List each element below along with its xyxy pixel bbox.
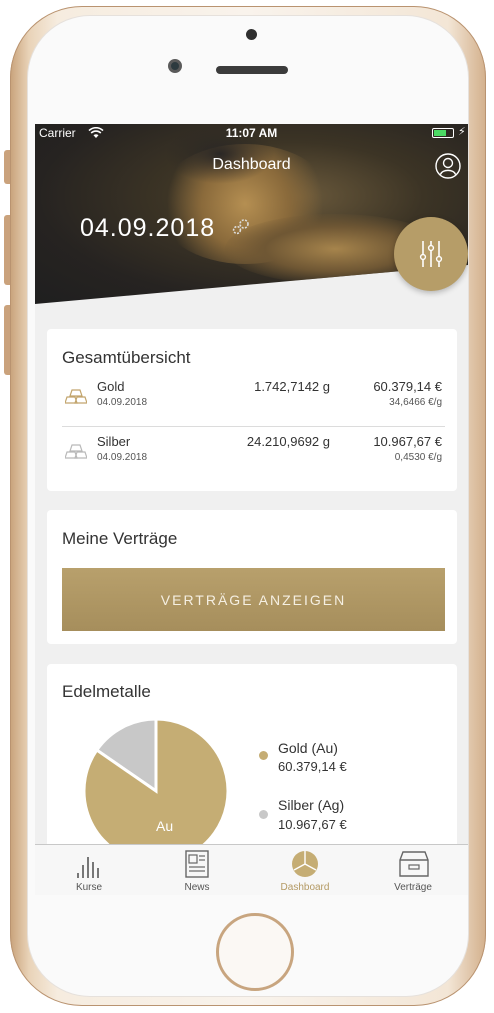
pie-label-au: Au [156, 818, 174, 834]
holding-unit-price: 34,6466 €/g [389, 397, 442, 408]
metals-card: Edelmetalle Au Gold (Au) 60.379,14 € Sil… [47, 664, 457, 864]
legend-silver-name: Silber (Ag) [278, 797, 345, 813]
sliders-icon [419, 241, 443, 267]
tab-news[interactable]: News [143, 845, 251, 895]
profile-icon[interactable] [435, 153, 461, 179]
holding-name: Silber [97, 434, 131, 449]
legend-gold-dot [259, 751, 268, 760]
holding-unit-price: 0,4530 €/g [394, 452, 442, 463]
home-button[interactable] [216, 913, 294, 991]
charging-bolt-icon: ⚡ [458, 126, 466, 138]
page-title: Dashboard [212, 156, 291, 173]
holding-weight: 1.742,7142 g [254, 379, 330, 394]
holding-weight: 24.210,9692 g [246, 434, 330, 449]
mute-switch [4, 150, 10, 184]
tab-label: Verträge [394, 882, 432, 893]
status-time: 11:07 AM [225, 126, 278, 140]
contracts-card: Meine Verträge VERTRÄGE ANZEIGEN [47, 510, 457, 644]
tab-bar: Kurse News Dashboard Verträge [35, 844, 468, 895]
archive-box-icon [399, 851, 429, 877]
holding-date: 04.09.2018 [97, 397, 148, 408]
holding-row-silver[interactable]: Silber 04.09.2018 24.210,9692 g 10.967,6… [47, 430, 457, 478]
settings-gears-icon[interactable] [231, 218, 251, 236]
newspaper-icon [185, 850, 209, 878]
legend-silver-value: 10.967,67 € [278, 817, 347, 832]
holding-row-gold[interactable]: Gold 04.09.2018 1.742,7142 g 60.379,14 €… [47, 375, 457, 423]
overview-title: Gesamtübersicht [62, 348, 191, 367]
tab-label: Kurse [75, 882, 103, 893]
metals-title: Edelmetalle [62, 682, 151, 701]
show-contracts-button[interactable]: VERTRÄGE ANZEIGEN [62, 568, 445, 631]
holding-value: 10.967,67 € [373, 434, 442, 449]
filter-button[interactable] [394, 217, 468, 291]
legend-gold-name: Gold (Au) [278, 740, 338, 756]
holding-name: Gold [97, 379, 125, 394]
contracts-title: Meine Verträge [62, 529, 178, 548]
silver-bars-icon [65, 444, 87, 459]
battery-icon [432, 128, 454, 138]
volume-down-button [4, 305, 10, 375]
tab-label: News [184, 882, 210, 893]
tab-dashboard[interactable]: Dashboard [251, 845, 359, 895]
holding-date: 04.09.2018 [97, 452, 148, 463]
gold-bars-icon [65, 389, 87, 404]
top-sensor [246, 29, 257, 40]
volume-up-button [4, 215, 10, 285]
dashboard-icon [292, 851, 318, 877]
hero-date: 04.09.2018 [80, 214, 216, 242]
tab-vertraege[interactable]: Verträge [359, 845, 467, 895]
tab-kurse[interactable]: Kurse [35, 845, 143, 895]
holding-value: 60.379,14 € [373, 379, 442, 394]
metals-pie-chart [83, 718, 229, 864]
earpiece-speaker [216, 66, 288, 74]
legend-gold-value: 60.379,14 € [278, 759, 347, 774]
tab-label: Dashboard [280, 882, 330, 893]
front-camera [168, 59, 182, 73]
overview-card: Gesamtübersicht Gold 04.09.2018 1.742,71… [47, 329, 457, 491]
legend-silver-dot [259, 810, 268, 819]
row-divider [62, 426, 445, 427]
bar-chart-icon [77, 857, 99, 878]
app-screen: Carrier 11:07 AM ⚡ Dashboard 04.09.2018 … [35, 124, 468, 895]
